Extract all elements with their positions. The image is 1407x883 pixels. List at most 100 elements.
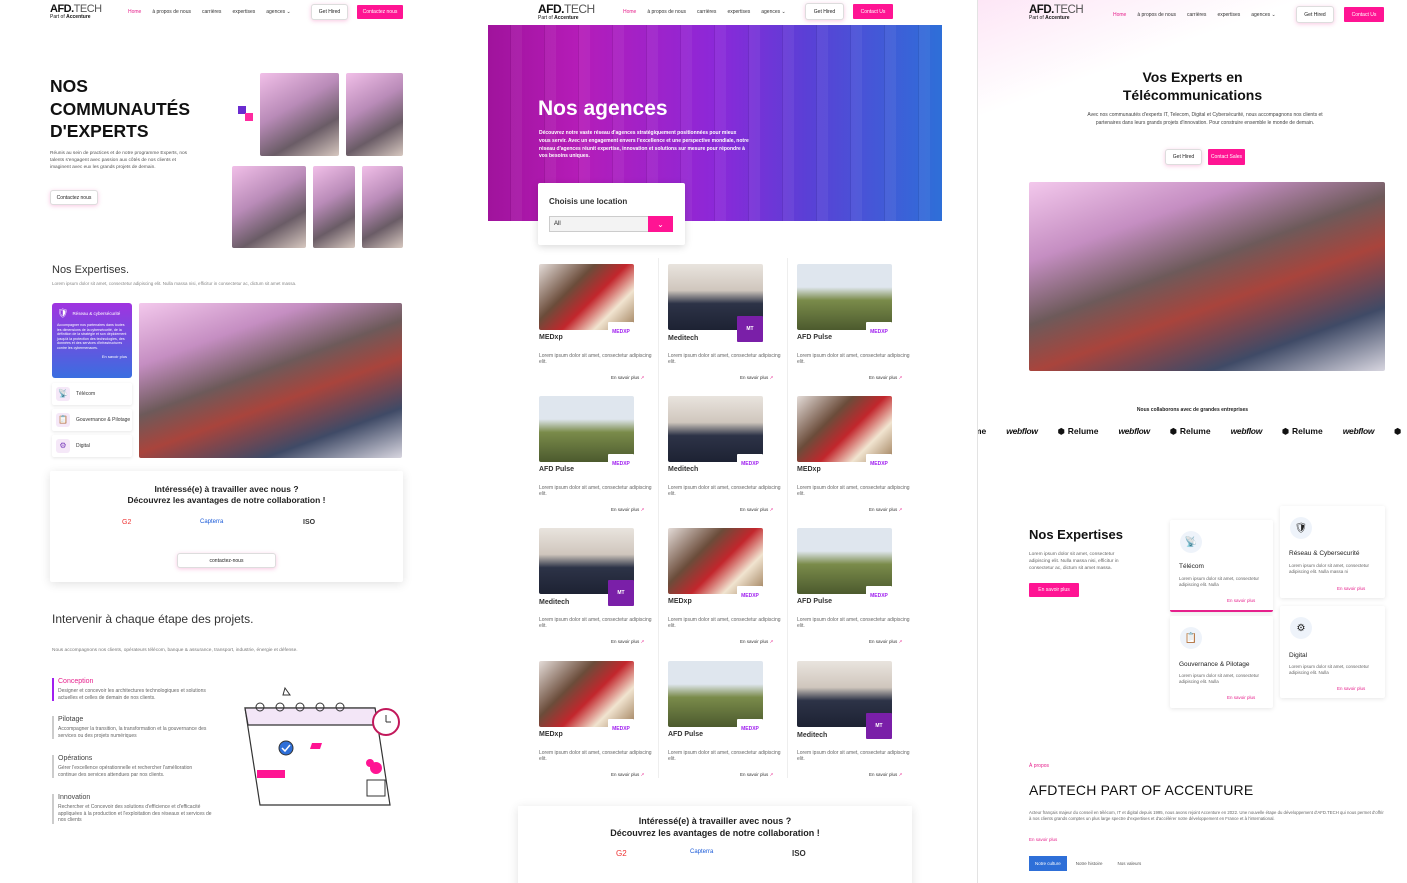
relume-logo [1394,426,1404,436]
agency-card[interactable]: MT Meditech Lorem ipsum dolor sit amet, … [668,264,788,386]
main-nav: Home à propos de nous carrières expertis… [1113,12,1276,18]
cta-contact-button[interactable]: contactez-nous [177,553,276,568]
agency-read-more-link[interactable]: En savoir plus ↗ [740,772,773,778]
get-hired-button[interactable]: Get Hired [1165,149,1202,165]
nav-agencies[interactable]: agences ⌄ [1251,12,1276,18]
agency-read-more-link[interactable]: En savoir plus ↗ [611,772,644,778]
nav-agencies[interactable]: agences ⌄ [761,9,786,15]
expertise-item-gouvernance[interactable]: 📋 Gouvernance & Pilotage [52,409,132,431]
agency-read-more-link[interactable]: En savoir plus ↗ [869,375,902,381]
nav-expertise[interactable]: expertises [232,9,255,15]
agency-card[interactable]: MEDXP MEDxp Lorem ipsum dolor sit amet, … [539,661,659,783]
arrow-up-right-icon: ↗ [640,507,645,512]
nav-careers[interactable]: carrières [202,9,221,15]
chevron-down-icon[interactable]: ⌄ [648,216,673,232]
expertises-more-button[interactable]: En savoir plus [1029,583,1079,597]
expertise-item-telecom[interactable]: 📡 Télécom [52,383,132,405]
agency-card[interactable]: MEDXP AFD Pulse Lorem ipsum dolor sit am… [668,661,788,783]
step-innovation[interactable]: Innovation Rechercher et Concevoir des so… [52,794,212,824]
arrow-up-right-icon: ↗ [769,639,774,644]
afdtech-logo[interactable]: AFD.TECH Part of Accenture [538,2,595,21]
contact-us-button[interactable]: Contact Us [1344,7,1384,22]
read-more-link[interactable]: En savoir plus [1227,695,1255,700]
expertises-title: Nos Expertises [1029,527,1123,542]
agency-read-more-link[interactable]: En savoir plus ↗ [740,639,773,645]
agency-name: AFD Pulse [668,731,704,738]
agency-photo [797,528,892,594]
about-title: AFDTECH PART OF ACCENTURE [1029,782,1254,798]
arrow-up-right-icon: ↗ [769,375,774,380]
read-more-link[interactable]: En savoir plus [1227,598,1255,603]
agency-name: MEDxp [539,731,563,738]
team-photo [260,73,339,156]
cta-card: Intéressé(e) à travailler avec nous ? Déc… [518,806,912,883]
get-hired-button[interactable]: Get Hired [311,4,348,20]
read-more-link[interactable]: En savoir plus [1337,586,1365,591]
nav-expertise[interactable]: expertises [727,9,750,15]
expertise-card-gouvernance[interactable]: 📋 Gouvernance & Pilotage Lorem ipsum dol… [1170,616,1273,708]
capterra-logo: Capterra [200,519,224,525]
agency-card[interactable]: MEDXP MEDxp Lorem ipsum dolor sit amet, … [539,264,659,386]
agency-read-more-link[interactable]: En savoir plus ↗ [869,772,902,778]
agency-read-more-link[interactable]: En savoir plus ↗ [611,639,644,645]
arrow-up-right-icon: ↗ [769,772,774,777]
nav-home[interactable]: Home [623,9,636,15]
expertise-card-active[interactable]: 🛡 Réseau & cybersécurité Accompagner nos… [52,303,132,378]
expertise-card-cyber[interactable]: 🛡 Réseau & Cybersecurité Lorem ipsum dol… [1280,506,1385,598]
chevron-down-icon: ⌄ [781,9,786,15]
agency-card[interactable]: MEDXP MEDxp Lorem ipsum dolor sit amet, … [797,396,917,518]
agency-name: Meditech [797,732,828,739]
tab-valeurs[interactable]: Nos valeurs [1112,856,1148,871]
agency-name: AFD Pulse [797,598,833,605]
step-conception[interactable]: Conception Designer et concevoir les arch… [52,678,212,701]
agency-read-more-link[interactable]: En savoir plus ↗ [869,639,902,645]
grid-divider [787,258,788,778]
contact-us-button[interactable]: Contact Us [853,4,893,19]
agency-read-more-link[interactable]: En savoir plus ↗ [740,375,773,381]
webflow-logo: webflow [1118,426,1150,436]
agency-card[interactable]: MEDXP AFD Pulse Lorem ipsum dolor sit am… [539,396,659,518]
get-hired-button[interactable]: Get Hired [805,3,844,20]
contact-button[interactable]: Contactez nous [357,5,403,19]
nav-about[interactable]: à propos de nous [152,9,191,15]
agency-description: Lorem ipsum dolor sit amet, consectetur … [668,617,781,629]
tab-culture[interactable]: Notre culture [1029,856,1067,871]
expertise-card-digital[interactable]: ⚙ Digital Lorem ipsum dolor sit amet, co… [1280,606,1385,698]
nav-home[interactable]: Home [128,9,141,15]
afdtech-logo[interactable]: AFD.TECH Part of Accenture [50,3,102,20]
step-pilotage[interactable]: Pilotage Accompagner la transition, la tr… [52,716,212,739]
agency-read-more-link[interactable]: En savoir plus ↗ [869,507,902,513]
nav-careers[interactable]: carrières [697,9,716,15]
contact-sales-button[interactable]: Contact Sales [1208,149,1245,165]
nav-expertise[interactable]: expertises [1217,12,1240,18]
nav-agencies[interactable]: agences ⌄ [266,9,291,15]
agency-card[interactable]: MT Meditech Lorem ipsum dolor sit amet, … [797,661,917,783]
agency-card[interactable]: MEDXP Meditech Lorem ipsum dolor sit ame… [668,396,788,518]
about-more-link[interactable]: En savoir plus [1029,837,1057,842]
step-operations[interactable]: Opérations Gérer l'excellence opérationne… [52,755,212,778]
nav-careers[interactable]: carrières [1187,12,1206,18]
agency-read-more-link[interactable]: En savoir plus ↗ [740,507,773,513]
read-more-link[interactable]: En savoir plus [1337,686,1365,691]
tab-histoire[interactable]: Notre histoire [1070,856,1109,871]
page-communautes-experts: AFD.TECH Part of Accenture Home à propos… [0,0,455,883]
agency-card[interactable]: MT Meditech Lorem ipsum dolor sit amet, … [539,528,659,650]
clipboard-icon: 📋 [1180,627,1202,649]
nav-home[interactable]: Home [1113,12,1126,18]
expertise-card-telecom[interactable]: 📡 Télécom Lorem ipsum dolor sit amet, co… [1170,520,1273,612]
afdtech-logo[interactable]: AFD.TECH Part of Accenture [1029,4,1084,21]
main-nav: Home à propos de nous carrières expertis… [128,9,291,15]
agency-description: Lorem ipsum dolor sit amet, consectetur … [797,750,910,762]
agency-read-more-link[interactable]: En savoir plus ↗ [611,507,644,513]
agency-card[interactable]: MEDXP MEDxp Lorem ipsum dolor sit amet, … [668,528,788,650]
expertise-item-digital[interactable]: ⚙ Digital [52,435,132,457]
nav-about[interactable]: à propos de nous [647,9,686,15]
read-more-link[interactable]: En savoir plus [57,354,127,359]
location-select[interactable]: All [549,216,649,232]
nav-about[interactable]: à propos de nous [1137,12,1176,18]
agency-card[interactable]: MEDXP AFD Pulse Lorem ipsum dolor sit am… [797,528,917,650]
hero-contact-button[interactable]: Contactez nous [50,190,98,205]
agency-card[interactable]: MEDXP AFD Pulse Lorem ipsum dolor sit am… [797,264,917,386]
get-hired-button[interactable]: Get Hired [1296,6,1334,23]
agency-read-more-link[interactable]: En savoir plus ↗ [611,375,644,381]
